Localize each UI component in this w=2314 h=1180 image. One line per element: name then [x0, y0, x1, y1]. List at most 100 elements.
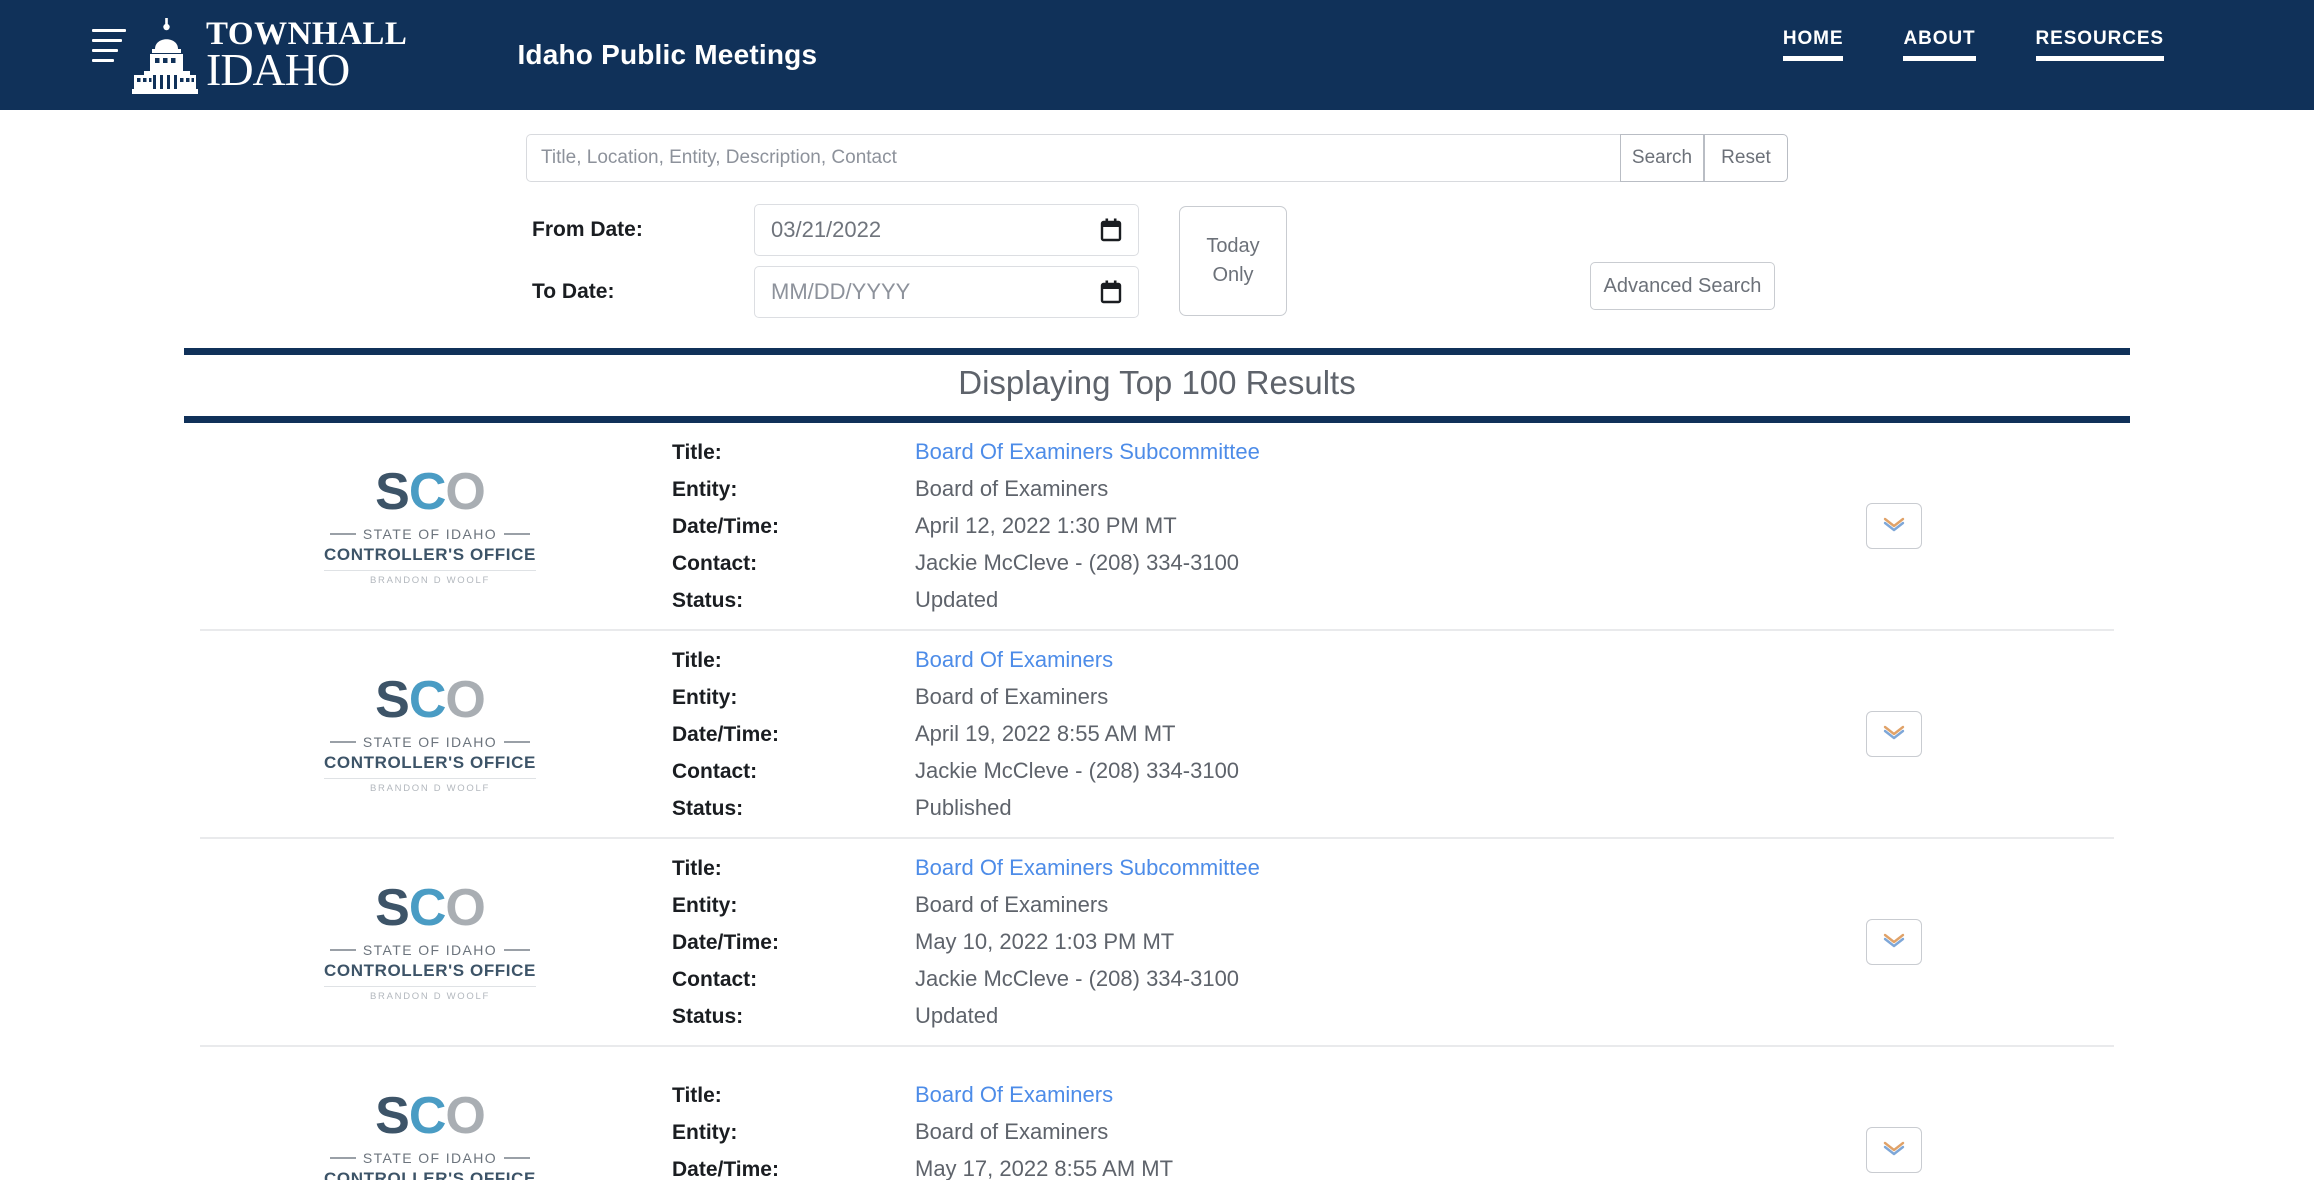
detail-line-entity: Entity: Board of Examiners — [672, 476, 1784, 502]
expand-cell — [1784, 1127, 2114, 1173]
expand-row-button[interactable] — [1866, 503, 1922, 549]
reset-button[interactable]: Reset — [1704, 134, 1788, 182]
sco-letter-s: S — [375, 1087, 410, 1145]
detail-value-contact: Jackie McCleve - (208) 334-3100 — [915, 550, 1240, 575]
search-input-group: Search Reset — [526, 134, 1788, 182]
nav-item-resources[interactable]: RESOURCES — [2035, 28, 2164, 61]
detail-line-title: Title: Board Of Examiners — [672, 647, 1784, 673]
search-input[interactable] — [526, 134, 1620, 182]
sco-state-text: STATE OF IDAHO — [362, 734, 498, 750]
nav-item-home[interactable]: HOME — [1782, 28, 1844, 61]
detail-value-title[interactable]: Board Of Examiners Subcommittee — [915, 439, 1260, 465]
sco-letters: SCO — [324, 1090, 536, 1142]
detail-value-entity: Board of Examiners — [915, 476, 1109, 501]
to-date-label: To Date: — [532, 280, 615, 303]
main-navigation: HOME ABOUT RESOURCES — [1782, 28, 2164, 61]
sco-letter-o: O — [445, 671, 485, 729]
from-date-field[interactable]: 03/21/2022 — [754, 204, 1139, 256]
detail-value-title[interactable]: Board Of Examiners — [915, 1082, 1113, 1108]
sco-person-text: BRANDON D WOOLF — [324, 986, 536, 1002]
detail-value-status: Updated — [915, 587, 999, 612]
from-date-label: From Date: — [532, 218, 643, 241]
detail-line-entity: Entity: Board of Examiners — [672, 684, 1784, 710]
today-only-button[interactable]: Today Only — [1179, 206, 1287, 316]
sco-letter-c: C — [408, 879, 447, 937]
result-row: SCOSTATE OF IDAHOCONTROLLER'S OFFICEBRAN… — [200, 1047, 2114, 1180]
result-details: Title: Board Of Examiners Entity: Board of … — [660, 647, 1784, 821]
search-button[interactable]: Search — [1620, 134, 1704, 182]
capitol-building-icon — [132, 18, 198, 94]
today-only-line1: Today — [1206, 235, 1260, 257]
detail-value-status: Updated — [915, 1003, 999, 1028]
result-details: Title: Board Of Examiners Subcommittee Ent… — [660, 439, 1784, 613]
sco-letter-s: S — [375, 879, 410, 937]
detail-line-contact: Contact: Jackie McCleve - (208) 334-3100 — [672, 550, 1784, 576]
sco-rule-left — [329, 949, 356, 951]
results-count-text: Displaying Top 100 Results — [958, 364, 1356, 401]
detail-line-contact: Contact: Jackie McCleve - (208) 334-3100 — [672, 966, 1784, 992]
sco-letter-c: C — [408, 1087, 447, 1145]
detail-label-datetime: Date/Time: — [672, 515, 779, 538]
nav-item-about-underline — [1903, 56, 1976, 61]
nav-item-resources-underline — [2035, 56, 2164, 61]
to-date-field[interactable]: MM/DD/YYYY — [754, 266, 1139, 318]
detail-line-datetime: Date/Time: April 19, 2022 8:55 AM MT — [672, 721, 1784, 747]
advanced-search-button[interactable]: Advanced Search — [1590, 262, 1775, 310]
detail-label-entity: Entity: — [672, 894, 738, 917]
detail-label-status: Status: — [672, 1005, 744, 1028]
detail-label-status: Status: — [672, 589, 744, 612]
nav-item-home-underline — [1782, 56, 1844, 61]
detail-label-title: Title: — [672, 1083, 722, 1107]
detail-value-title[interactable]: Board Of Examiners Subcommittee — [915, 855, 1260, 881]
search-panel: Search Reset From Date: 03/21/2022 T — [0, 110, 2314, 318]
result-details: Title: Board Of Examiners Subcommittee Ent… — [660, 855, 1784, 1029]
results-list: SCO STATE OF IDAHO CONTROLLER'S OFFICE BRAN… — [200, 423, 2114, 1180]
sco-letters: SCO — [324, 882, 536, 934]
expand-row-button[interactable] — [1866, 711, 1922, 757]
detail-label-status: Status: — [672, 797, 744, 820]
sco-state-line: STATE OF IDAHO — [324, 734, 536, 750]
sco-rule-right — [504, 741, 531, 743]
detail-line-title: Title: Board Of Examiners — [672, 1082, 1784, 1108]
agency-logo-cell: SCO STATE OF IDAHO CONTROLLER'S OFFICE BRAN… — [200, 674, 660, 794]
expand-row-button[interactable] — [1866, 1127, 1922, 1173]
nav-item-about[interactable]: ABOUT — [1903, 28, 1976, 61]
detail-label-entity: Entity: — [672, 686, 738, 709]
site-logo[interactable]: TOWNHALL IDAHO — [92, 9, 407, 101]
site-header: TOWNHALL IDAHO Idaho Public Meetings HOM… — [0, 0, 2314, 110]
detail-label-contact: Contact: — [672, 760, 758, 783]
agency-logo-cell: SCO STATE OF IDAHO CONTROLLER'S OFFICE BRAN… — [200, 466, 660, 586]
detail-label-title: Title: — [672, 441, 722, 464]
sco-person-text: BRANDON D WOOLF — [324, 778, 536, 794]
detail-line-datetime: Date/Time: April 12, 2022 1:30 PM MT — [672, 513, 1784, 539]
filters-row: From Date: 03/21/2022 To Date: MM/DD/YYY… — [0, 204, 2314, 318]
nav-item-resources-label: RESOURCES — [2035, 28, 2164, 49]
sco-office-text: CONTROLLER'S OFFICE — [324, 545, 536, 564]
results-header: Displaying Top 100 Results — [184, 348, 2130, 423]
detail-line-datetime: Date/Time: May 17, 2022 8:55 AM MT — [672, 1156, 1784, 1180]
page-title: Idaho Public Meetings — [517, 39, 818, 70]
sco-letter-c: C — [408, 671, 447, 729]
calendar-icon[interactable] — [1100, 280, 1122, 304]
sco-rule-right — [504, 533, 531, 535]
expand-row-button[interactable] — [1866, 919, 1922, 965]
expand-cell — [1784, 919, 2114, 965]
detail-label-entity: Entity: — [672, 1120, 738, 1144]
sco-letter-s: S — [375, 671, 410, 729]
sco-state-text: STATE OF IDAHO — [362, 942, 498, 958]
detail-value-contact: Jackie McCleve - (208) 334-3100 — [915, 966, 1240, 991]
expand-cell — [1784, 503, 2114, 549]
from-date-row: From Date: 03/21/2022 — [532, 204, 1139, 256]
detail-label-datetime: Date/Time: — [672, 1157, 779, 1180]
sco-rule-left — [329, 741, 356, 743]
detail-value-title[interactable]: Board Of Examiners — [915, 647, 1113, 673]
sco-office-text: CONTROLLER'S OFFICE — [324, 753, 536, 772]
calendar-icon[interactable] — [1100, 218, 1122, 242]
detail-label-title: Title: — [672, 649, 722, 672]
sco-office-text: CONTROLLER'S OFFICE — [324, 1169, 536, 1180]
detail-line-status: Status: Published — [672, 795, 1784, 821]
from-date-value: 03/21/2022 — [771, 217, 882, 242]
detail-value-contact: Jackie McCleve - (208) 334-3100 — [915, 758, 1240, 783]
logo-speed-lines-icon — [92, 28, 126, 82]
expand-cell — [1784, 711, 2114, 757]
